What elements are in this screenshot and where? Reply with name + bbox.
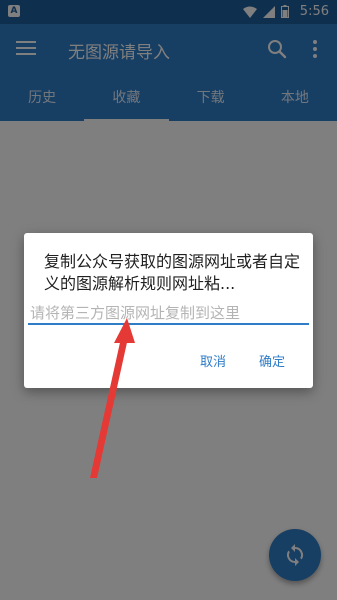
dialog-message: 复制公众号获取的图源网址或者自定义的图源解析规则网址粘... xyxy=(44,252,301,293)
confirm-button[interactable]: 确定 xyxy=(259,351,285,370)
cancel-button[interactable]: 取消 xyxy=(200,351,226,370)
source-url-input[interactable]: 请将第三方图源网址复制到这里 xyxy=(28,301,309,325)
import-dialog: 复制公众号获取的图源网址或者自定义的图源解析规则网址粘... 请将第三方图源网址… xyxy=(24,233,313,388)
